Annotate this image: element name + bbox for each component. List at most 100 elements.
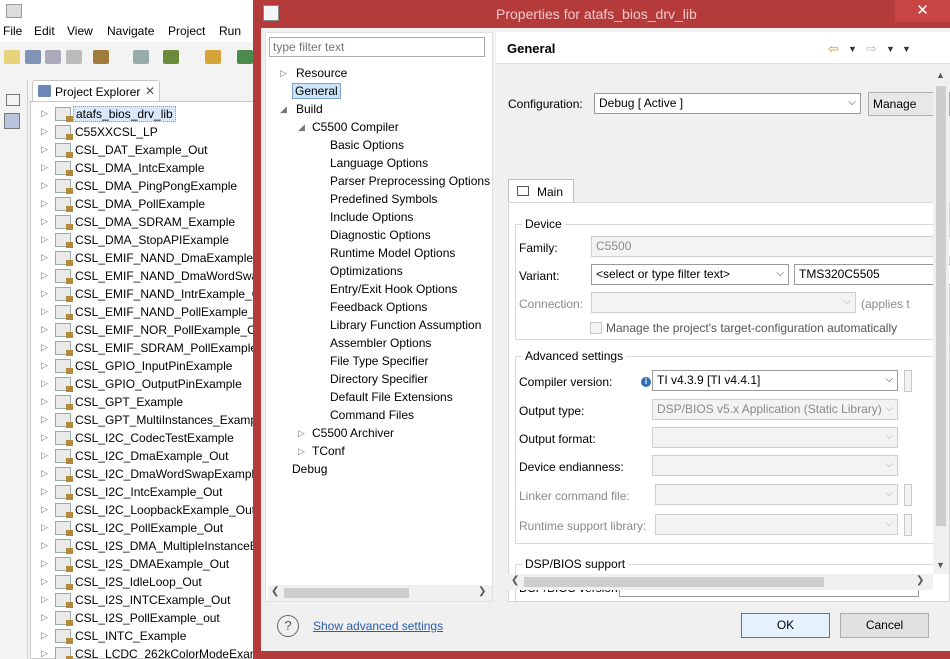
- project-item[interactable]: ▷ CSL_GPIO_OutputPinExample: [31, 375, 261, 393]
- expand-arrow-icon[interactable]: ▷: [41, 630, 48, 641]
- forward-menu-icon[interactable]: ▼: [886, 44, 895, 54]
- tree-item-general[interactable]: General: [292, 83, 341, 99]
- tree-item-compiler-option[interactable]: Diagnostic Options: [330, 228, 431, 242]
- filter-input[interactable]: [269, 37, 485, 57]
- expand-arrow-icon[interactable]: ▷: [41, 522, 48, 533]
- expand-arrow-icon[interactable]: ▷: [41, 216, 48, 227]
- expand-arrow-icon[interactable]: ▷: [41, 144, 48, 155]
- expand-arrow-icon[interactable]: ▷: [41, 486, 48, 497]
- project-item[interactable]: ▷ CSL_EMIF_NAND_DmaWordSwap: [31, 267, 265, 285]
- project-item[interactable]: ▷ CSL_INTC_Example: [31, 627, 261, 645]
- tree-item-compiler-option[interactable]: Optimizations: [330, 264, 403, 278]
- expand-arrow-icon[interactable]: ▷: [41, 432, 48, 443]
- dialog-close-button[interactable]: ✕: [895, 0, 950, 22]
- project-item[interactable]: ▷ CSL_I2C_CodecTestExample: [31, 429, 261, 447]
- project-item[interactable]: ▷ CSL_I2C_DmaExample_Out: [31, 447, 261, 465]
- build-hammer-icon[interactable]: [93, 50, 109, 64]
- project-item[interactable]: ▷ CSL_I2C_PollExample_Out: [31, 519, 261, 537]
- project-item[interactable]: ▷ CSL_I2S_DMA_MultipleInstanceEx: [31, 537, 264, 555]
- project-item[interactable]: ▷ CSL_I2S_IdleLoop_Out: [31, 573, 261, 591]
- flash-icon[interactable]: [205, 50, 221, 64]
- expand-arrow-icon[interactable]: ▷: [41, 540, 48, 551]
- expand-arrow-icon[interactable]: ▷: [41, 198, 48, 209]
- tree-item-compiler-option[interactable]: Assembler Options: [330, 336, 431, 350]
- expand-arrow-icon[interactable]: ▷: [41, 360, 48, 371]
- debug-bug-icon[interactable]: [163, 50, 179, 64]
- expand-arrow-icon[interactable]: ▷: [41, 468, 48, 479]
- expand-arrow-icon[interactable]: ▷: [41, 252, 48, 263]
- expand-arrow-icon[interactable]: ▷: [280, 68, 287, 79]
- project-item[interactable]: ▷ CSL_EMIF_SDRAM_PollExample_O: [31, 339, 273, 357]
- expand-arrow-icon[interactable]: ▷: [41, 342, 48, 353]
- expand-arrow-icon[interactable]: ▷: [298, 446, 305, 457]
- tree-horizontal-scrollbar[interactable]: ❮ ❯: [268, 585, 492, 601]
- project-item[interactable]: ▷ CSL_DMA_StopAPIExample: [31, 231, 261, 249]
- project-item[interactable]: ▷ CSL_DAT_Example_Out: [31, 141, 261, 159]
- scroll-left-icon[interactable]: ❮: [271, 586, 279, 597]
- project-item[interactable]: ▷ CSL_DMA_SDRAM_Example: [31, 213, 261, 231]
- tree-item-compiler-option[interactable]: Directory Specifier: [330, 372, 428, 386]
- menu-project[interactable]: Project: [168, 24, 205, 38]
- tree-item-compiler-option[interactable]: Basic Options: [330, 138, 404, 152]
- project-item[interactable]: ▷ CSL_GPIO_InputPinExample: [31, 357, 261, 375]
- collapse-arrow-icon[interactable]: ◢: [298, 122, 305, 133]
- scroll-down-icon[interactable]: ▼: [936, 560, 945, 570]
- scroll-thumb[interactable]: [284, 588, 409, 598]
- expand-arrow-icon[interactable]: ▷: [41, 108, 48, 119]
- project-item[interactable]: ▷ CSL_I2C_LoopbackExample_Out: [31, 501, 261, 519]
- tree-item-compiler-option[interactable]: Command Files: [330, 408, 414, 422]
- scroll-right-icon[interactable]: ❯: [478, 586, 486, 597]
- variant-filter-select[interactable]: <select or type filter text> ⌵: [591, 264, 789, 285]
- tree-item-build[interactable]: ◢ Build: [280, 102, 323, 116]
- compiler-version-select[interactable]: TI v4.3.9 [TI v4.4.1] ⌵: [652, 370, 898, 391]
- expand-arrow-icon[interactable]: ▷: [41, 558, 48, 569]
- tree-item-compiler-option[interactable]: Runtime Model Options: [330, 246, 455, 260]
- expand-arrow-icon[interactable]: ▷: [41, 648, 48, 659]
- tree-item-compiler-option[interactable]: Parser Preprocessing Options: [330, 174, 490, 188]
- menu-run[interactable]: Run: [219, 24, 241, 38]
- expand-arrow-icon[interactable]: ▷: [41, 288, 48, 299]
- expand-arrow-icon[interactable]: ▷: [298, 428, 305, 439]
- show-advanced-settings-link[interactable]: Show advanced settings: [313, 619, 443, 633]
- tree-item-debug[interactable]: Debug: [292, 462, 327, 476]
- tree-item-compiler-option[interactable]: Language Options: [330, 156, 428, 170]
- project-item[interactable]: ▷ CSL_I2S_PollExample_out: [31, 609, 261, 627]
- back-menu-icon[interactable]: ▼: [848, 44, 857, 54]
- project-item[interactable]: ▷ atafs_bios_drv_lib: [31, 105, 261, 123]
- print-icon[interactable]: [66, 50, 82, 64]
- menu-file[interactable]: File: [3, 24, 22, 38]
- run-icon[interactable]: [237, 50, 253, 64]
- tree-item-compiler-option[interactable]: Library Function Assumption: [330, 318, 481, 332]
- save-all-icon[interactable]: [45, 50, 61, 64]
- tree-item-compiler-option[interactable]: Default File Extensions: [330, 390, 453, 404]
- project-item[interactable]: ▷ C55XXCSL_LP: [31, 123, 261, 141]
- tree-item-compiler-option[interactable]: File Type Specifier: [330, 354, 429, 368]
- help-icon[interactable]: ?: [277, 615, 299, 637]
- page-horizontal-scrollbar[interactable]: ❮ ❯: [508, 574, 933, 590]
- back-arrow-icon[interactable]: ⇦: [828, 41, 839, 57]
- project-item[interactable]: ▷ CSL_I2S_INTCExample_Out: [31, 591, 261, 609]
- scroll-thumb[interactable]: [936, 86, 946, 526]
- scroll-up-icon[interactable]: ▲: [936, 70, 945, 80]
- project-item[interactable]: ▷ CSL_DMA_IntcExample: [31, 159, 261, 177]
- project-item[interactable]: ▷ CSL_EMIF_NAND_IntrExample_Ou: [31, 285, 268, 303]
- expand-arrow-icon[interactable]: ▷: [41, 396, 48, 407]
- menu-view[interactable]: View: [67, 24, 93, 38]
- dialog-title-bar[interactable]: Properties for atafs_bios_drv_lib: [253, 0, 950, 28]
- collapse-arrow-icon[interactable]: ◢: [280, 104, 287, 115]
- scroll-right-icon[interactable]: ❯: [916, 575, 924, 586]
- expand-arrow-icon[interactable]: ▷: [41, 378, 48, 389]
- scroll-left-icon[interactable]: ❮: [511, 575, 519, 586]
- save-icon[interactable]: [25, 50, 41, 64]
- view-menu-icon[interactable]: ▼: [902, 44, 911, 54]
- expand-arrow-icon[interactable]: ▷: [41, 270, 48, 281]
- expand-arrow-icon[interactable]: ▷: [41, 180, 48, 191]
- restore-icon[interactable]: [6, 94, 20, 106]
- scroll-thumb[interactable]: [524, 577, 824, 587]
- expand-arrow-icon[interactable]: ▷: [41, 576, 48, 587]
- project-item[interactable]: ▷ CSL_EMIF_NOR_PollExample_Out: [31, 321, 266, 339]
- tree-item-resource[interactable]: ▷ Resource: [280, 66, 347, 80]
- expand-arrow-icon[interactable]: ▷: [41, 504, 48, 515]
- view-icon[interactable]: [4, 113, 20, 129]
- expand-arrow-icon[interactable]: ▷: [41, 414, 48, 425]
